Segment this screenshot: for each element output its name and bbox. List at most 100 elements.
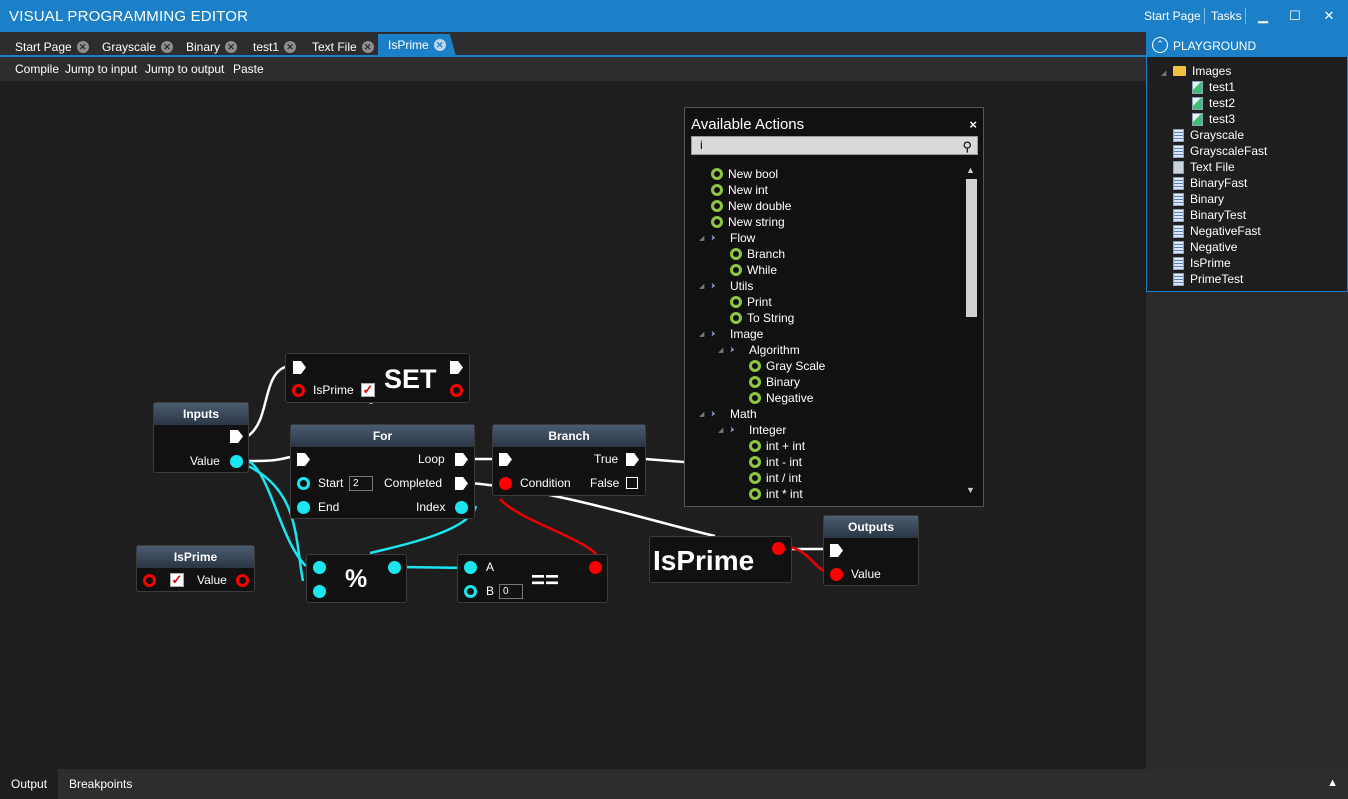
tab-test1[interactable]: test1 ✕ [253,38,297,56]
action-item[interactable]: int - int [749,454,802,470]
exec-out-pin[interactable] [455,453,468,466]
for-node[interactable]: For Loop Start 2 Completed End Index [290,424,475,519]
int-in-pin[interactable] [313,585,326,598]
action-item[interactable]: int / int [749,470,801,486]
action-item[interactable]: New string [711,214,785,230]
action-item[interactable]: int * int [749,486,803,500]
tab-close-icon[interactable]: ✕ [161,41,174,53]
inputs-node[interactable]: Inputs Value [153,402,249,473]
tab-binary[interactable]: Binary ✕ [186,38,238,56]
bool-in-pin[interactable] [499,477,512,490]
category-item[interactable]: ∶• Math [711,406,757,422]
tab-isprime[interactable]: IsPrime ✕ [378,34,456,56]
close-icon[interactable]: ✕ [1318,6,1340,26]
isprime-get-node[interactable]: IsPrime [649,536,792,583]
int-in-pin[interactable] [297,477,310,490]
tree-item-isprime[interactable]: IsPrime [1173,255,1231,271]
tree-item-primetest[interactable]: PrimeTest [1173,271,1243,287]
isprime-variable-node[interactable]: IsPrime ✓ Value [136,545,255,592]
exec-in-pin[interactable] [830,544,843,557]
close-icon[interactable]: × [969,117,977,132]
exec-out-pin[interactable] [455,477,468,490]
exec-out-pin[interactable] [230,430,243,443]
value-checkbox[interactable]: ✓ [170,573,184,587]
tree-item-negativefast[interactable]: NegativeFast [1173,223,1261,239]
scroll-up-icon[interactable]: ▲ [966,165,975,175]
bool-in-pin[interactable] [830,568,843,581]
int-in-pin[interactable] [464,561,477,574]
collapse-chevron-icon[interactable]: ⌃ [1152,37,1168,53]
value-checkbox[interactable]: ✓ [361,383,375,397]
set-node[interactable]: IsPrime ✓ SET [285,353,470,403]
tree-item-images[interactable]: Images [1173,63,1231,79]
expand-triangle-icon[interactable]: ◢ [699,410,704,418]
action-item[interactable]: Branch [730,246,785,262]
tree-item-negative[interactable]: Negative [1173,239,1237,255]
expand-triangle-icon[interactable]: ◢ [699,282,704,290]
exec-in-pin[interactable] [293,361,306,374]
category-item[interactable]: ∶• Algorithm [730,342,800,358]
action-item[interactable]: Gray Scale [749,358,825,374]
exec-out-pin[interactable] [626,453,639,466]
expand-up-icon[interactable]: ▲ [1327,777,1338,789]
start-page-link[interactable]: Start Page [1144,9,1201,23]
compile-button[interactable]: Compile [15,62,59,76]
int-out-pin[interactable] [230,455,243,468]
tab-close-icon[interactable]: ✕ [284,41,297,53]
bool-out-pin[interactable] [236,574,249,587]
playground-header[interactable]: ⌃ PLAYGROUND [1147,33,1347,57]
exec-out-pin[interactable] [626,477,638,489]
expand-triangle-icon[interactable]: ◢ [699,330,704,338]
tasks-link[interactable]: Tasks [1211,9,1242,23]
tab-close-icon[interactable]: ✕ [433,39,446,51]
category-item[interactable]: ∶• Integer [730,422,786,438]
tab-close-icon[interactable]: ✕ [225,41,238,53]
exec-in-pin[interactable] [499,453,512,466]
expand-triangle-icon[interactable]: ◢ [699,234,704,242]
category-item[interactable]: ∶• Image [711,326,763,342]
action-item[interactable]: Binary [749,374,800,390]
tab-close-icon[interactable]: ✕ [76,41,89,53]
tab-output[interactable]: Output [0,769,58,799]
action-item[interactable]: int + int [749,438,805,454]
bool-out-pin[interactable] [772,542,785,555]
exec-out-pin[interactable] [450,361,463,374]
action-item[interactable]: To String [730,310,794,326]
tree-item-binary[interactable]: Binary [1173,191,1224,207]
paste-button[interactable]: Paste [233,62,264,76]
category-item[interactable]: ∶• Flow [711,230,755,246]
bool-in-pin[interactable] [143,574,156,587]
jump-to-output-button[interactable]: Jump to output [145,62,224,76]
b-value-input[interactable]: 0 [499,584,523,599]
tree-item-grayscale[interactable]: Grayscale [1173,127,1244,143]
start-value-input[interactable]: 2 [349,476,373,491]
action-item[interactable]: Negative [749,390,813,406]
tab-breakpoints[interactable]: Breakpoints [69,777,132,791]
branch-node[interactable]: Branch True Condition False [492,424,646,496]
actions-scrollbar[interactable]: ▲ ▼ [966,165,977,497]
tab-start-page[interactable]: Start Page ✕ [15,38,89,56]
action-item[interactable]: New int [711,182,768,198]
search-input[interactable]: i ⚲ [691,136,978,155]
tab-grayscale[interactable]: Grayscale ✕ [102,38,174,56]
expand-triangle-icon[interactable]: ◢ [718,346,723,354]
tree-item-test1[interactable]: test1 [1192,79,1235,95]
int-in-pin[interactable] [464,585,477,598]
scroll-down-icon[interactable]: ▼ [966,485,975,495]
int-out-pin[interactable] [388,561,401,574]
bool-in-pin[interactable] [292,384,305,397]
minimize-icon[interactable]: ▁ [1252,6,1274,26]
modulo-node[interactable]: % [306,554,407,603]
tree-item-test2[interactable]: test2 [1192,95,1235,111]
int-out-pin[interactable] [455,501,468,514]
expand-triangle-icon[interactable]: ◢ [718,426,723,434]
int-in-pin[interactable] [297,501,310,514]
tree-item-test3[interactable]: test3 [1192,111,1235,127]
outputs-node[interactable]: Outputs Value [823,515,919,586]
scrollbar-thumb[interactable] [966,179,977,317]
bool-out-pin[interactable] [589,561,602,574]
jump-to-input-button[interactable]: Jump to input [65,62,137,76]
action-item[interactable]: While [730,262,777,278]
int-in-pin[interactable] [313,561,326,574]
search-icon[interactable]: ⚲ [962,138,972,155]
